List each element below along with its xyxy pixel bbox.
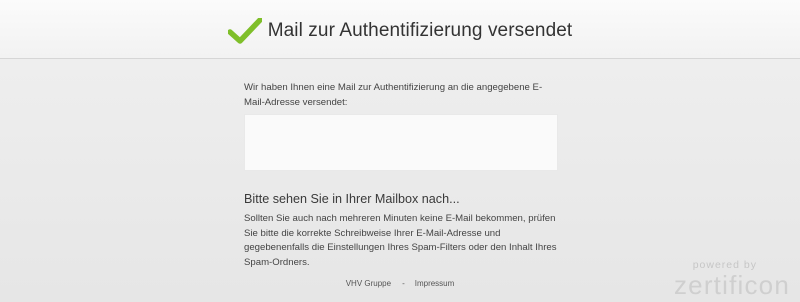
page-title: Mail zur Authentifizierung versendet — [267, 20, 573, 41]
checkmark-icon — [227, 18, 262, 44]
header-title-row: Mail zur Authentifizierung versendet — [0, 14, 800, 48]
footer-link-vhv-gruppe[interactable]: VHV Gruppe — [346, 279, 391, 288]
email-address-box — [244, 114, 558, 171]
intro-text: Wir haben Ihnen eine Mail zur Authentifi… — [244, 82, 543, 108]
footer-separator: - — [402, 279, 405, 288]
mailbox-subheading: Bitte sehen Sie in Ihrer Mailbox nach... — [244, 192, 460, 206]
zertificon-logo: powered by zertificon — [665, 258, 790, 300]
brand-name: zertificon — [673, 270, 790, 300]
page-header: Mail zur Authentifizierung versendet — [0, 0, 800, 59]
footer-link-impressum[interactable]: Impressum — [415, 279, 455, 288]
authentication-page: { "header": { "title": "Mail zur Authent… — [0, 0, 800, 302]
hint-text: Sollten Sie auch nach mehreren Minuten k… — [244, 213, 557, 268]
